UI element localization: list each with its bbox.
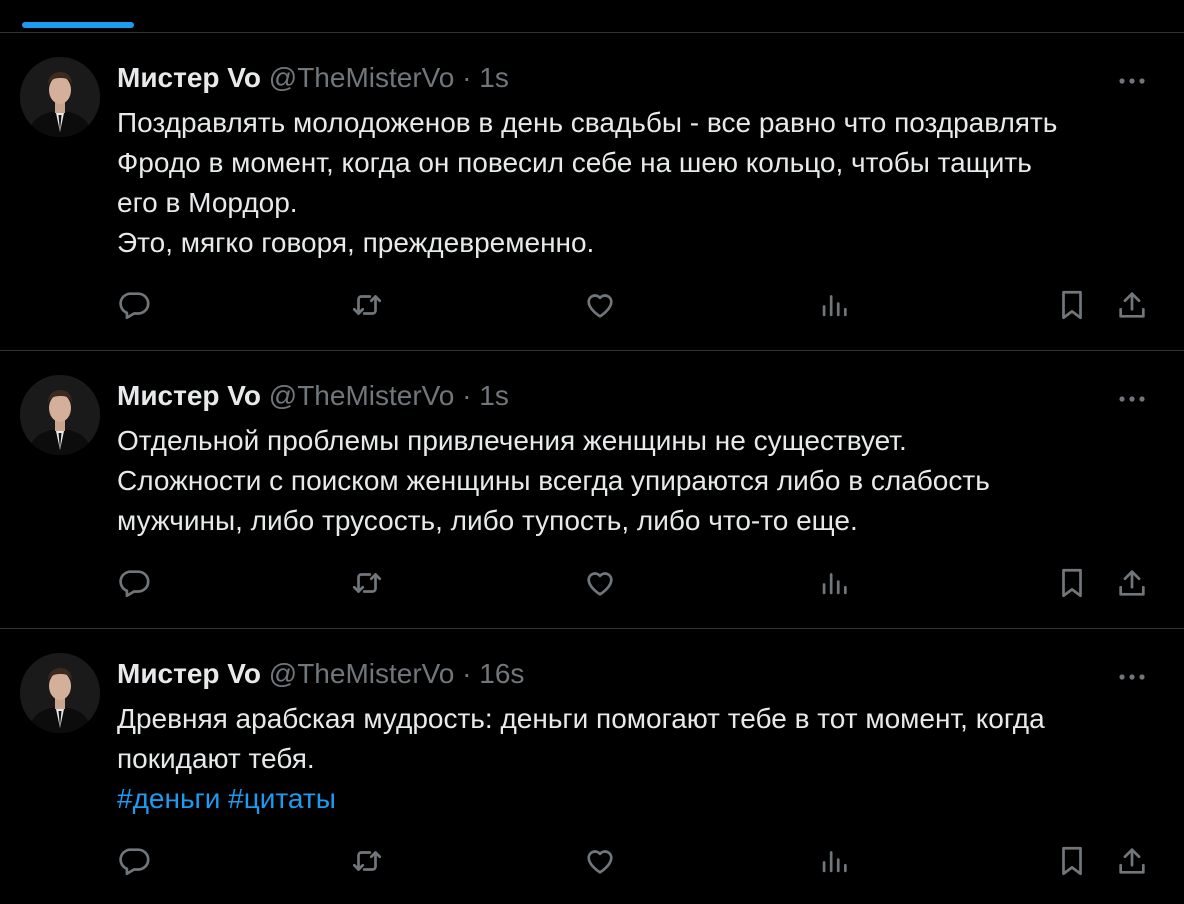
bookmark-icon[interactable] [1050, 839, 1094, 883]
bookmark-icon[interactable] [1050, 561, 1094, 605]
avatar[interactable] [20, 57, 100, 137]
tweet-text: Отдельной проблемы привлечения женщины н… [117, 421, 1157, 541]
more-horizontal-icon[interactable] [1110, 71, 1154, 91]
tweet-text-line: Сложности с поиском женщины всегда упира… [117, 465, 990, 496]
like-heart-icon[interactable] [578, 283, 622, 327]
views-bar-chart-icon[interactable] [812, 561, 856, 605]
tweet-actions [0, 561, 1184, 605]
tweet-text: Поздравлять молодоженов в день свадьбы -… [117, 103, 1157, 263]
share-upload-icon[interactable] [1110, 283, 1154, 327]
tweet-actions [0, 839, 1184, 883]
share-upload-icon[interactable] [1110, 839, 1154, 883]
bookmark-icon[interactable] [1050, 283, 1094, 327]
tweet-text-line: Древняя арабская мудрость: деньги помога… [117, 703, 1045, 734]
share-upload-icon[interactable] [1110, 561, 1154, 605]
reply-icon[interactable] [112, 561, 156, 605]
tweet-text-line: Фродо в момент, когда он повесил себе на… [117, 147, 1032, 178]
author-name[interactable]: Мистер Vo [117, 62, 261, 93]
tweet-actions [0, 283, 1184, 327]
avatar[interactable] [20, 375, 100, 455]
reply-icon[interactable] [112, 283, 156, 327]
tweet-text-line: его в Мордор. [117, 187, 298, 218]
tweet-text-line: Это, мягко говоря, преждевременно. [117, 227, 595, 258]
tweet-header: Мистер Vo @TheMisterVo · 16s [117, 657, 524, 691]
author-name[interactable]: Мистер Vo [117, 658, 261, 689]
hashtag-link[interactable]: #цитаты [228, 783, 336, 814]
tweet-text-line: мужчины, либо трусость, либо тупость, ли… [117, 505, 858, 536]
hashtag-link[interactable]: #деньги [117, 783, 220, 814]
tweet-text-line: Поздравлять молодоженов в день свадьбы -… [117, 107, 1058, 138]
views-bar-chart-icon[interactable] [812, 839, 856, 883]
tweet-text-line: покидают тебя. [117, 743, 315, 774]
timestamp[interactable]: 1s [479, 62, 509, 93]
views-bar-chart-icon[interactable] [812, 283, 856, 327]
retweet-icon[interactable] [345, 283, 389, 327]
reply-icon[interactable] [112, 839, 156, 883]
more-horizontal-icon[interactable] [1110, 389, 1154, 409]
retweet-icon[interactable] [345, 839, 389, 883]
active-tab-indicator [22, 22, 134, 28]
separator-dot: · [462, 658, 472, 689]
separator-dot: · [462, 380, 472, 411]
like-heart-icon[interactable] [578, 839, 622, 883]
timestamp[interactable]: 16s [479, 658, 524, 689]
hashtags-line: #деньги #цитаты [117, 779, 1157, 819]
tweet-text: Древняя арабская мудрость: деньги помога… [117, 699, 1157, 819]
tweet-header: Мистер Vo @TheMisterVo · 1s [117, 379, 509, 413]
author-handle[interactable]: @TheMisterVo [269, 380, 455, 411]
like-heart-icon[interactable] [578, 561, 622, 605]
avatar[interactable] [20, 653, 100, 733]
retweet-icon[interactable] [345, 561, 389, 605]
author-name[interactable]: Мистер Vo [117, 380, 261, 411]
author-handle[interactable]: @TheMisterVo [269, 658, 455, 689]
timestamp[interactable]: 1s [479, 380, 509, 411]
tweet-header: Мистер Vo @TheMisterVo · 1s [117, 61, 509, 95]
author-handle[interactable]: @TheMisterVo [269, 62, 455, 93]
tweet[interactable]: Мистер Vo @TheMisterVo · 1s Поздравлять … [0, 33, 1184, 351]
separator-dot: · [462, 62, 472, 93]
tweet[interactable]: Мистер Vo @TheMisterVo · 16s Древняя ара… [0, 629, 1184, 904]
more-horizontal-icon[interactable] [1110, 667, 1154, 687]
tweet-text-line: Отдельной проблемы привлечения женщины н… [117, 425, 907, 456]
tweet[interactable]: Мистер Vo @TheMisterVo · 1s Отдельной пр… [0, 351, 1184, 629]
